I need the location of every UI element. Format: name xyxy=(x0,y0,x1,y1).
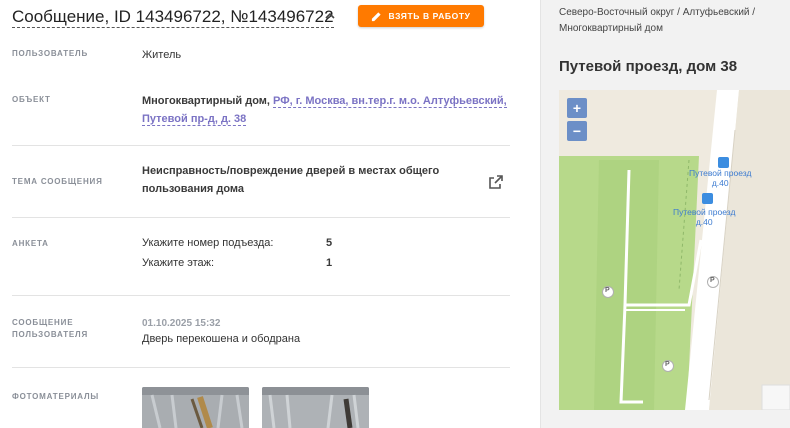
object-address-link[interactable]: РФ, г. Москва, вн.тер.г. м.о. Алтуфьевск… xyxy=(273,95,507,108)
survey-question: Укажите номер подъезда: xyxy=(142,237,274,249)
object-label: ОБЪЕКТ xyxy=(12,95,51,104)
object-value: Многоквартирный дом, РФ, г. Москва, вн.т… xyxy=(142,92,507,128)
object-type: Многоквартирный дом, xyxy=(142,95,270,107)
pencil-icon xyxy=(372,11,382,21)
breadcrumb: Северо-Восточный округ / Алтуфьевский / … xyxy=(559,7,756,34)
divider xyxy=(12,367,510,368)
topic-label: ТЕМА СООБЩЕНИЯ xyxy=(12,177,103,186)
map-canvas xyxy=(559,90,790,410)
zoom-in-button[interactable]: + xyxy=(567,98,587,118)
object-address-link-cont[interactable]: Путевой пр-д, д. 38 xyxy=(142,113,247,126)
bus-stop-label: Путевой проезд д.40 xyxy=(689,168,752,188)
parking-icon: P xyxy=(710,277,715,284)
user-label: ПОЛЬЗОВАТЕЛЬ xyxy=(12,49,89,58)
message-panel: Сообщение, ID 143496722, №143496722 ВЗЯТ… xyxy=(0,0,540,428)
survey-label: АНКЕТА xyxy=(12,239,49,248)
map[interactable]: + − Путевой проезд д.40 Путевой проезд д.4… xyxy=(559,90,790,410)
photos-label: ФОТОМАТЕРИАЛЫ xyxy=(12,392,100,401)
chevron-up-icon[interactable] xyxy=(324,10,336,22)
divider xyxy=(12,295,510,296)
photo-thumbnail[interactable] xyxy=(262,387,369,428)
topic-value: Неисправность/повреждение дверей в места… xyxy=(142,165,440,195)
user-value: Житель xyxy=(142,49,182,61)
photo-thumbnail[interactable] xyxy=(142,387,249,428)
page-title[interactable]: Сообщение, ID 143496722, №143496722 xyxy=(12,7,334,28)
divider xyxy=(12,217,510,218)
parking-icon: P xyxy=(665,361,670,368)
survey-answer: 5 xyxy=(326,237,333,249)
parking-icon: P xyxy=(605,287,610,294)
survey-answer: 1 xyxy=(326,257,333,269)
zoom-out-button[interactable]: − xyxy=(567,121,587,141)
message-text: Дверь перекошена и ободрана xyxy=(142,333,301,345)
take-to-work-button[interactable]: ВЗЯТЬ В РАБОТУ xyxy=(358,5,484,27)
survey-question: Укажите этаж: xyxy=(142,257,215,269)
divider xyxy=(12,145,510,146)
message-label: СООБЩЕНИЕ ПОЛЬЗОВАТЕЛЯ xyxy=(12,318,89,339)
open-external-icon[interactable] xyxy=(488,174,504,190)
address-title: Путевой проезд, дом 38 xyxy=(559,58,738,75)
bus-stop-label: Путевой проезд д.40 xyxy=(673,207,736,227)
message-date: 01.10.2025 15:32 xyxy=(142,318,221,329)
take-to-work-label: ВЗЯТЬ В РАБОТУ xyxy=(388,11,471,21)
